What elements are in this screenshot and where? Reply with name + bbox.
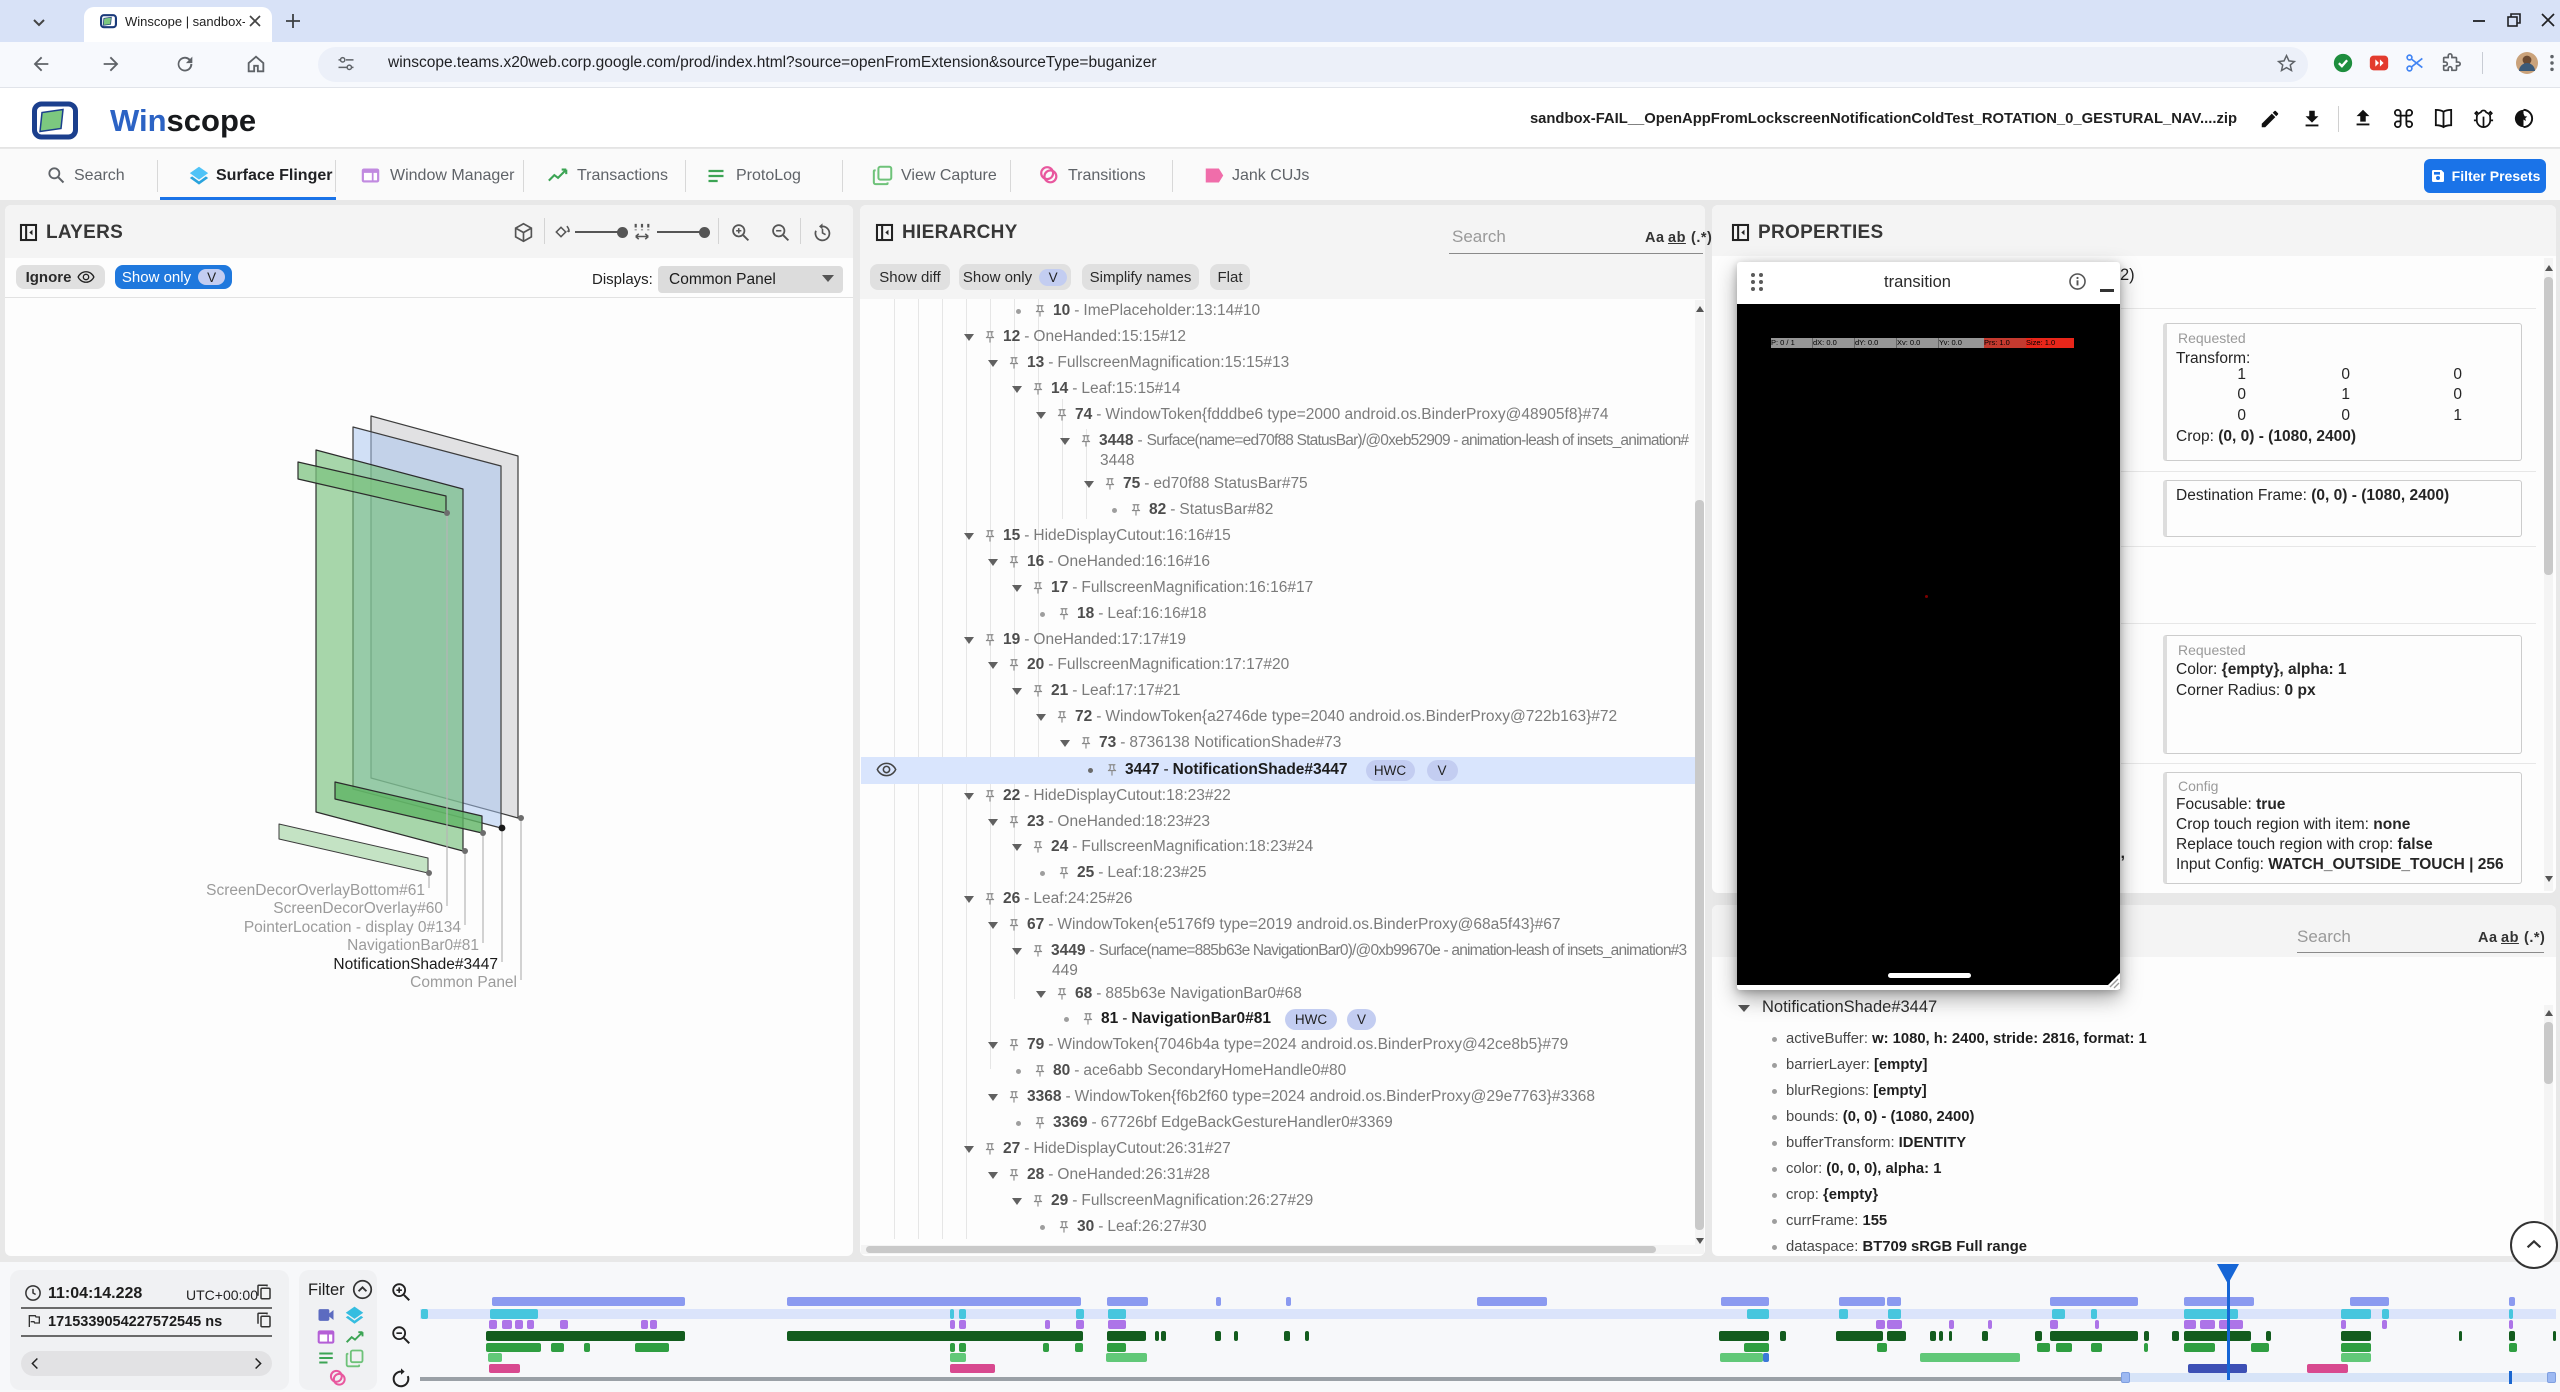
svg-text:Common Panel: Common Panel	[410, 974, 517, 991]
svg-text:PointerLocation - display 0#13: PointerLocation - display 0#134	[244, 919, 462, 936]
svg-text:ScreenDecorOverlayBottom#61: ScreenDecorOverlayBottom#61	[206, 882, 425, 899]
svg-text:NavigationBar0#81: NavigationBar0#81	[347, 937, 479, 954]
svg-text:NotificationShade#3447: NotificationShade#3447	[333, 956, 498, 973]
svg-text:ScreenDecorOverlay#60: ScreenDecorOverlay#60	[273, 900, 443, 917]
